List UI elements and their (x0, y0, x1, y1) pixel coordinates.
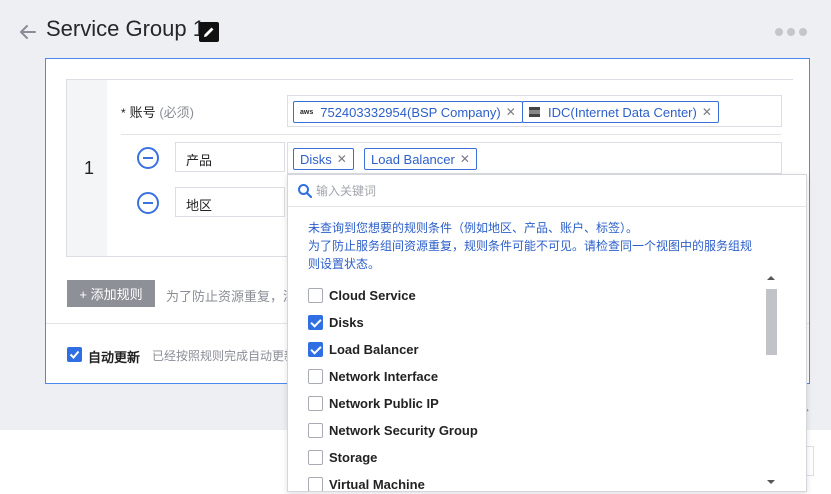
option-checkbox[interactable] (308, 395, 323, 411)
option-load-balancer[interactable]: Load Balancer (308, 339, 419, 359)
back-arrow-icon[interactable] (17, 21, 39, 43)
account-tag-label: IDC(Internet Data Center) (548, 104, 697, 120)
option-label: Virtual Machine (329, 476, 425, 492)
account-tag: aws 752403332954(BSP Company) ✕ (293, 101, 523, 123)
option-label: Storage (329, 449, 378, 465)
product-tag: Disks ✕ (293, 148, 354, 170)
search-input[interactable] (316, 181, 796, 201)
product-tag-label: Disks (300, 151, 332, 167)
required-hint: (必须) (159, 105, 194, 120)
product-tag: Load Balancer ✕ (364, 148, 477, 170)
option-checkbox[interactable] (308, 314, 323, 330)
auto-update-checkbox[interactable] (67, 347, 82, 362)
option-checkbox[interactable] (308, 368, 323, 384)
option-label: Network Interface (329, 368, 439, 384)
add-rule-button[interactable]: + 添加规则 (67, 280, 155, 307)
option-label: Network Public IP (329, 395, 439, 411)
scroll-down-icon[interactable] (766, 477, 776, 487)
remove-condition-button[interactable] (137, 147, 159, 169)
option-storage[interactable]: Storage (308, 447, 377, 467)
option-label: Load Balancer (329, 341, 419, 357)
more-options-icon[interactable] (775, 28, 807, 36)
option-cloud-service[interactable]: Cloud Service (308, 285, 416, 305)
option-checkbox[interactable] (308, 341, 323, 357)
dropdown-notice: 未查询到您想要的规则条件（例如地区、产品、账户、标签）。 为了防止服务组间资源重… (308, 219, 758, 273)
account-select[interactable]: aws 752403332954(BSP Company) ✕ IDC(Inte… (287, 95, 782, 127)
option-disks[interactable]: Disks (308, 312, 364, 332)
condition-key-select[interactable]: 地区 (175, 187, 285, 217)
server-icon (529, 107, 540, 117)
option-checkbox[interactable] (308, 287, 323, 303)
remove-tag-icon[interactable]: ✕ (460, 152, 470, 166)
account-tag-label: 752403332954(BSP Company) (320, 104, 501, 120)
auto-update-hint: 已经按照规则完成自动更新 (152, 349, 297, 363)
product-tag-label: Load Balancer (371, 151, 455, 167)
add-rule-hint: 为了防止资源重复，添 (166, 289, 297, 304)
rule-number: 1 (84, 158, 95, 178)
auto-update-label: 自动更新 (88, 350, 141, 365)
remove-tag-icon[interactable]: ✕ (702, 105, 712, 119)
scroll-up-icon[interactable] (766, 273, 776, 283)
option-label: Cloud Service (329, 287, 416, 303)
product-value-select[interactable]: Disks ✕ Load Balancer ✕ (287, 142, 782, 174)
remove-condition-button[interactable] (137, 192, 159, 214)
notice-line: 未查询到您想要的规则条件（例如地区、产品、账户、标签）。 (308, 221, 639, 235)
divider (121, 134, 781, 135)
option-checkbox[interactable] (308, 422, 323, 438)
search-icon (298, 184, 313, 199)
remove-tag-icon[interactable]: ✕ (506, 105, 516, 119)
option-network-security-group[interactable]: Network Security Group (308, 420, 478, 440)
option-network-interface[interactable]: Network Interface (308, 366, 438, 386)
condition-key-select[interactable]: 产品 (175, 142, 285, 172)
required-mark: * (121, 106, 126, 120)
option-virtual-machine[interactable]: Virtual Machine (308, 474, 425, 492)
dropdown-search (288, 175, 806, 207)
remove-tag-icon[interactable]: ✕ (337, 152, 347, 166)
notice-line: 则设置状态。 (308, 257, 381, 271)
product-dropdown: 未查询到您想要的规则条件（例如地区、产品、账户、标签）。 为了防止服务组间资源重… (287, 174, 807, 492)
option-checkbox[interactable] (308, 449, 323, 465)
account-tag: IDC(Internet Data Center) ✕ (522, 101, 719, 123)
aws-logo: aws (300, 108, 314, 116)
option-label: Disks (329, 314, 364, 330)
page-title: Service Group 1 (46, 16, 205, 41)
edit-icon[interactable] (199, 22, 219, 42)
account-label-text: 账号 (129, 105, 156, 120)
option-checkbox[interactable] (308, 476, 323, 491)
notice-line: 为了防止服务组间资源重复，规则条件可能不可见。请检查同一个视图中的服务组规 (308, 239, 753, 253)
option-network-public-ip[interactable]: Network Public IP (308, 393, 439, 413)
scrollbar-thumb[interactable] (766, 289, 777, 355)
account-label: * 账号 (必须) (121, 102, 194, 121)
option-label: Network Security Group (329, 422, 478, 438)
